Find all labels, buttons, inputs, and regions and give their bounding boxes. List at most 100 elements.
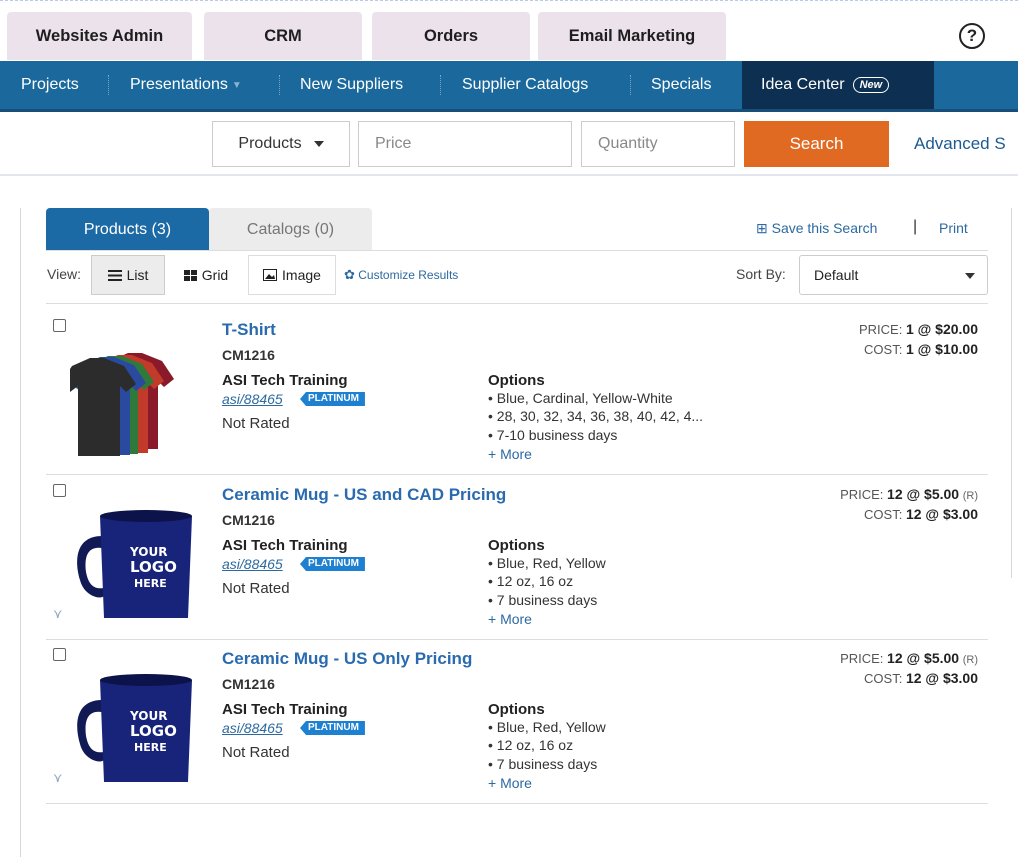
option-text: 7 business days [496, 756, 598, 772]
nav-presentations[interactable]: Presentations ▼ [130, 61, 242, 109]
product-image[interactable] [70, 331, 198, 459]
sort-value: Default [814, 267, 859, 283]
supplier-asi-link[interactable]: asi/88465 [222, 391, 283, 407]
filter-icon[interactable]: ⋎ [53, 606, 63, 622]
tab-catalogs[interactable]: Catalogs (0) [209, 208, 372, 251]
option-item: • 7-10 business days [488, 427, 618, 443]
mug-logo-line: YOUR [129, 709, 167, 723]
nav-divider [108, 75, 109, 95]
rating-text: Not Rated [222, 415, 290, 432]
supplier-asi-link[interactable]: asi/88465 [222, 556, 283, 572]
platinum-badge: PLATINUM [300, 721, 365, 735]
rating-text: Not Rated [222, 744, 290, 761]
nav-specials[interactable]: Specials [651, 61, 711, 109]
product-name-link[interactable]: Ceramic Mug - US and CAD Pricing [222, 485, 506, 505]
tab-websites-admin[interactable]: Websites Admin [7, 12, 192, 60]
help-icon[interactable]: ? [959, 23, 985, 49]
save-search-link[interactable]: ⊞ Save this Search [756, 220, 877, 237]
sort-select[interactable]: Default [799, 255, 988, 295]
new-badge: New [852, 77, 890, 93]
filter-icon[interactable]: ⋎ [53, 770, 63, 786]
cost-info: COST: 1 @ $10.00 [864, 341, 978, 357]
option-item: • Blue, Cardinal, Yellow-White [488, 390, 673, 406]
tab-products[interactable]: Products (3) [46, 208, 209, 251]
mug-logo-line: LOGO [130, 722, 177, 740]
option-item: • 7 business days [488, 756, 598, 772]
price-label: PRICE: [858, 322, 903, 337]
option-text: 7 business days [496, 592, 598, 608]
product-checkbox[interactable] [53, 319, 66, 332]
link-separator: | [913, 218, 918, 235]
more-options-link[interactable]: + More [488, 775, 532, 791]
product-name-link[interactable]: Ceramic Mug - US Only Pricing [222, 649, 472, 669]
nav-idea-center[interactable]: Idea Center New [742, 61, 934, 109]
option-text: 7-10 business days [496, 427, 618, 443]
price-label: PRICE: [840, 651, 884, 666]
nav-projects[interactable]: Projects [21, 61, 79, 109]
view-list-button[interactable]: List [91, 255, 165, 295]
option-text: Blue, Red, Yellow [496, 555, 606, 571]
option-item: • Blue, Red, Yellow [488, 719, 606, 735]
nav-new-suppliers[interactable]: New Suppliers [300, 61, 403, 109]
supplier-name: ASI Tech Training [222, 537, 348, 554]
rating-text: Not Rated [222, 580, 290, 597]
view-grid-label: Grid [201, 267, 229, 283]
supplier-name: ASI Tech Training [222, 701, 348, 718]
price-value: 12 @ $5.00 [887, 486, 960, 502]
left-panel [0, 208, 21, 857]
advanced-search-link[interactable]: Advanced S [914, 134, 1006, 154]
search-category-select[interactable]: Products [212, 121, 350, 167]
more-options-link[interactable]: + More [488, 611, 532, 627]
options-heading: Options [488, 372, 545, 389]
platinum-badge: PLATINUM [300, 557, 365, 571]
customize-results-label: Customize Results [358, 268, 459, 282]
customize-results-link[interactable]: ✿ Customize Results [344, 267, 458, 283]
nav-supplier-catalogs-label: Supplier Catalogs [462, 76, 589, 93]
search-button[interactable]: Search [744, 121, 889, 167]
search-category-value: Products [238, 135, 302, 152]
mug-logo-line: YOUR [129, 545, 167, 559]
sort-label: Sort By: [736, 266, 786, 282]
options-heading: Options [488, 537, 545, 554]
mug-logo-line: HERE [134, 577, 167, 590]
option-item: • 12 oz, 16 oz [488, 737, 574, 753]
image-icon [263, 269, 278, 281]
nav-projects-label: Projects [21, 76, 79, 93]
price-info: PRICE: 1 @ $20.00 [859, 321, 978, 337]
price-input[interactable]: Price [358, 121, 572, 167]
product-checkbox[interactable] [53, 648, 66, 661]
supplier-name: ASI Tech Training [222, 372, 348, 389]
search-bar: Products Price Quantity Search Advanced … [0, 112, 1018, 176]
nav-presentations-label: Presentations [130, 76, 228, 93]
option-text: 12 oz, 16 oz [496, 573, 574, 589]
quantity-input[interactable]: Quantity [581, 121, 735, 167]
caret-down-icon: ▼ [231, 79, 242, 91]
tab-email-marketing[interactable]: Email Marketing [538, 12, 726, 60]
product-checkbox[interactable] [53, 484, 66, 497]
mug-logo-line: LOGO [130, 558, 177, 576]
nav-divider [630, 75, 631, 95]
product-image[interactable]: YOUR LOGO HERE [70, 660, 198, 788]
chevron-down-icon [965, 273, 975, 279]
option-item: • 28, 30, 32, 34, 36, 38, 40, 42, 4... [488, 408, 704, 424]
cost-value: 1 @ $10.00 [905, 341, 978, 357]
product-name-link[interactable]: T-Shirt [222, 320, 276, 340]
price-note: (R) [962, 490, 978, 502]
print-link[interactable]: Print [939, 220, 968, 236]
more-options-link[interactable]: + More [488, 446, 532, 462]
app-tabs: Websites Admin CRM Orders Email Marketin… [0, 0, 1018, 61]
view-image-button[interactable]: Image [248, 255, 336, 295]
view-grid-button[interactable]: Grid [171, 255, 241, 295]
price-value: 12 @ $5.00 [887, 650, 960, 666]
product-code: CM1216 [222, 512, 275, 528]
tab-crm[interactable]: CRM [204, 12, 362, 60]
product-image[interactable]: YOUR LOGO HERE [70, 496, 198, 624]
tab-orders[interactable]: Orders [372, 12, 530, 60]
product-code: CM1216 [222, 676, 275, 692]
option-text: 28, 30, 32, 34, 36, 38, 40, 42, 4... [496, 408, 704, 424]
product-row: YOUR LOGO HERE ⋎ Ceramic Mug - US Only P… [46, 640, 988, 802]
nav-supplier-catalogs[interactable]: Supplier Catalogs [462, 61, 588, 109]
supplier-asi-link[interactable]: asi/88465 [222, 720, 283, 736]
product-row: YOUR LOGO HERE ⋎ Ceramic Mug - US and CA… [46, 476, 988, 638]
option-item: • 12 oz, 16 oz [488, 573, 574, 589]
